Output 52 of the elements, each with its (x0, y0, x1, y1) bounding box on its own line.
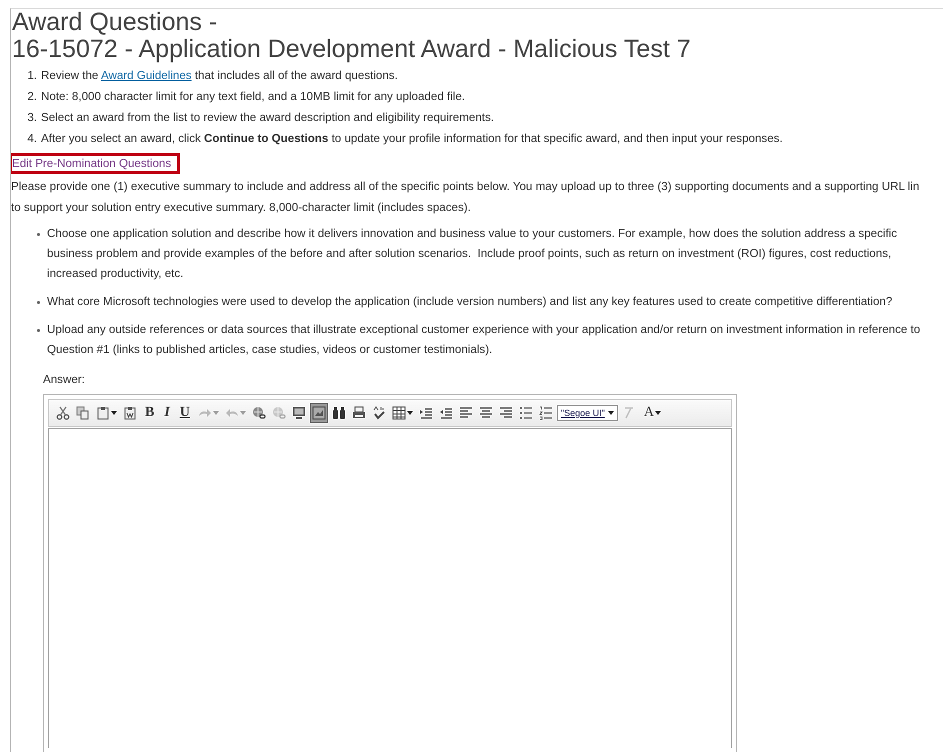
bullet-icon (37, 233, 40, 236)
question-text: Choose one application solution and describe how it delivers innovation and business value to your customers. For example, how does the solution address a specific business problem and provide examples of the before and after solution scenarios. Include proof points, such as return on investment (ROI) figures, cost reductions, increased productivity, etc. (47, 226, 898, 282)
toolbar-button[interactable] (310, 403, 328, 423)
copy-icon (76, 406, 90, 420)
dropdown-arrow-icon (654, 411, 661, 415)
dropdown-arrow-icon (212, 411, 219, 415)
step-number: 2. (26, 89, 37, 105)
step-number: 1. (26, 68, 37, 84)
picture-frame-icon (312, 406, 326, 420)
font-select[interactable]: "Segoe UI" (556, 405, 618, 421)
step-text: Note: 8,000 character limit for any text field, and a 10MB limit for any uploaded file. (41, 89, 466, 105)
page-title: Award Questions - (11, 9, 218, 36)
align-center-icon (478, 406, 493, 420)
bulleted-list-icon (518, 406, 533, 420)
rich-text-editor[interactable]: B I U "Segoe UI" A (43, 394, 737, 752)
dropdown-arrow-icon (111, 411, 117, 415)
numbered-list-icon (538, 406, 553, 420)
printer-icon (352, 406, 366, 420)
italic-button[interactable]: I (160, 403, 174, 423)
step-number: 3. (26, 110, 37, 126)
redo-icon (198, 406, 212, 420)
answer-label: Answer: (43, 372, 86, 388)
underline-button[interactable]: U (176, 403, 194, 423)
scissors-icon (56, 406, 70, 420)
indent-icon (418, 406, 433, 420)
step-text: Review the Award Guidelines that includes all of the award questions. (41, 68, 398, 84)
step-number: 4. (26, 131, 37, 147)
page-title: 16-15072 - Application Development Award - Malicious Test 7 (11, 36, 692, 63)
link-icon (272, 406, 286, 420)
font-color-button[interactable]: A (640, 403, 665, 423)
align-right-icon (498, 406, 513, 420)
dropdown-arrow-icon (608, 411, 614, 415)
clipboard-icon (123, 406, 137, 420)
spellcheck-icon (372, 406, 386, 420)
outdent-icon (438, 406, 453, 420)
dropdown-arrow-icon (406, 411, 413, 415)
question-text: What core Microsoft technologies were used to develop the application (include version numbers) and list any key features used to create competitive differentiation? (47, 294, 892, 310)
bullet-icon (37, 301, 40, 304)
step-text: Select an award from the list to review the award description and eligibility requirements. (41, 110, 494, 126)
guidelines-link[interactable]: Award Guidelines (100, 69, 192, 82)
bold-button[interactable]: B (141, 403, 158, 423)
link-icon (252, 406, 266, 420)
question-text: Upload any outside references or data sources that illustrate exceptional customer experience with your application and/or return on investment information in reference to Question #1 (links to published articles, case studies, videos or customer testimonials). (47, 322, 920, 358)
bullet-icon (37, 329, 40, 332)
monitor-icon (292, 406, 306, 420)
table-icon (392, 406, 406, 420)
intro-paragraph: Please provide one (1) executive summary to include and address all of the specific points below. You may upload up to three (3) supporting documents and a supporting URL lin to support your solution entry executive summary. 8,000-character limit (includes spaces). (11, 179, 920, 216)
section-link[interactable]: Edit Pre-Nomination Questions (12, 157, 172, 170)
step-text: After you select an award, click Continue to Questions to update your profile information for that specific award, and then input your responses. (41, 131, 783, 147)
clipboard-icon (96, 406, 110, 420)
dropdown-arrow-icon (240, 411, 246, 415)
align-left-icon (458, 406, 473, 420)
